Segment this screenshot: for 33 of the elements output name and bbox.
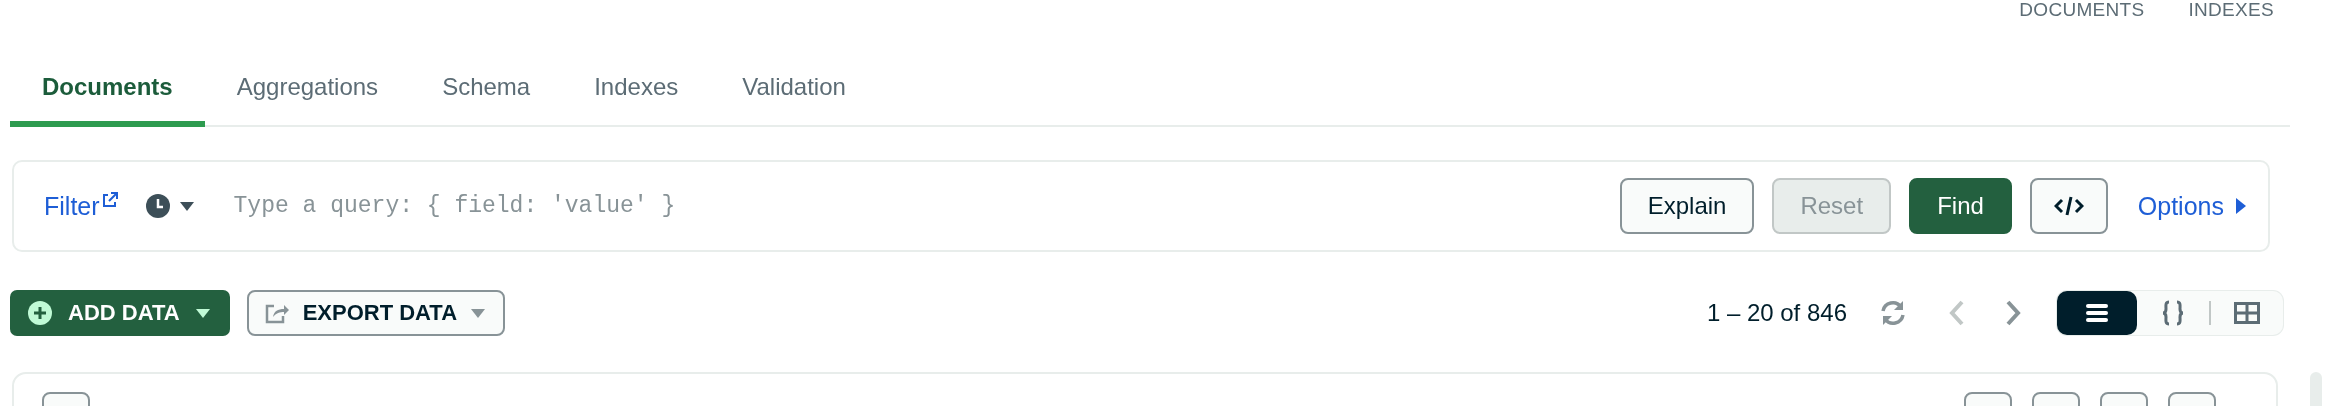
caret-icon: [471, 308, 486, 318]
clock-icon: [145, 194, 170, 218]
tab[interactable]: Aggregations: [204, 48, 411, 127]
tab[interactable]: Indexes: [562, 48, 711, 127]
pagination-text: 1 – 20 of 846: [1706, 299, 1847, 327]
external-link-icon: [101, 191, 118, 208]
view-button[interactable]: [2057, 291, 2137, 335]
options-link[interactable]: Options: [2137, 191, 2246, 221]
braces-icon: [2161, 300, 2185, 326]
header-link[interactable]: DOCUMENTS: [2019, 0, 2145, 21]
caret-icon: [2236, 198, 2246, 214]
code-button[interactable]: [2029, 178, 2108, 234]
query-field[interactable]: Type a query: { field: 'value' }: [231, 192, 1602, 220]
chevron-right-icon: [2005, 300, 2021, 326]
export-data-button[interactable]: EXPORT DATA: [246, 290, 506, 336]
add-data-button[interactable]: ADD DATA: [10, 290, 230, 336]
code-icon: [2053, 196, 2084, 216]
caret-icon: [179, 201, 194, 211]
tab[interactable]: Schema: [410, 48, 563, 127]
plus-icon: [28, 301, 52, 325]
caret-icon: [195, 308, 210, 318]
query-button[interactable]: Explain: [1619, 178, 1755, 234]
chevron-left-icon: [1949, 300, 1965, 326]
tab[interactable]: Validation: [710, 48, 878, 127]
filter-link[interactable]: Filter: [44, 191, 118, 221]
header-link[interactable]: INDEXES: [2188, 0, 2274, 21]
export-icon: [264, 302, 289, 324]
refresh-icon: [1879, 300, 1907, 326]
table-icon: [2234, 302, 2260, 324]
history-button[interactable]: [145, 194, 194, 218]
tab[interactable]: Documents: [10, 48, 205, 127]
list-icon: [2086, 304, 2108, 322]
find-button[interactable]: Find: [1909, 178, 2012, 234]
